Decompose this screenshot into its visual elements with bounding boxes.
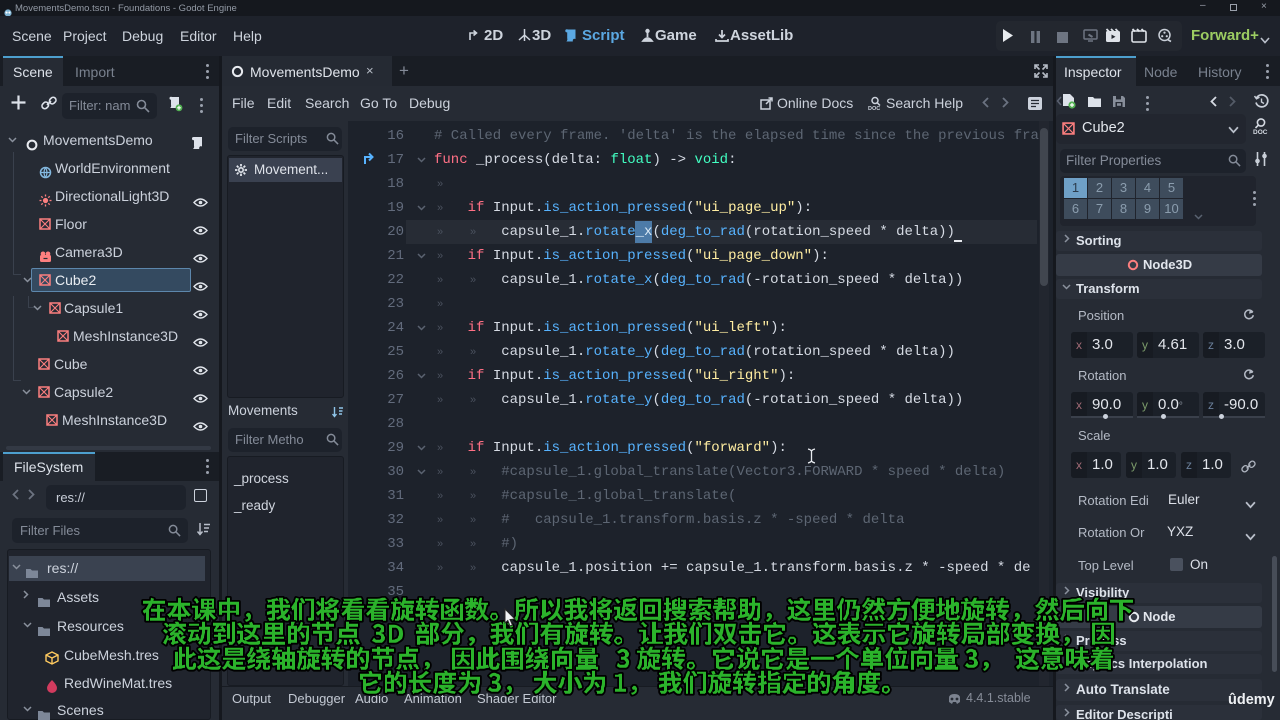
svg-text:DOC: DOC — [868, 106, 880, 111]
svg-text:DOC: DOC — [1253, 129, 1268, 135]
